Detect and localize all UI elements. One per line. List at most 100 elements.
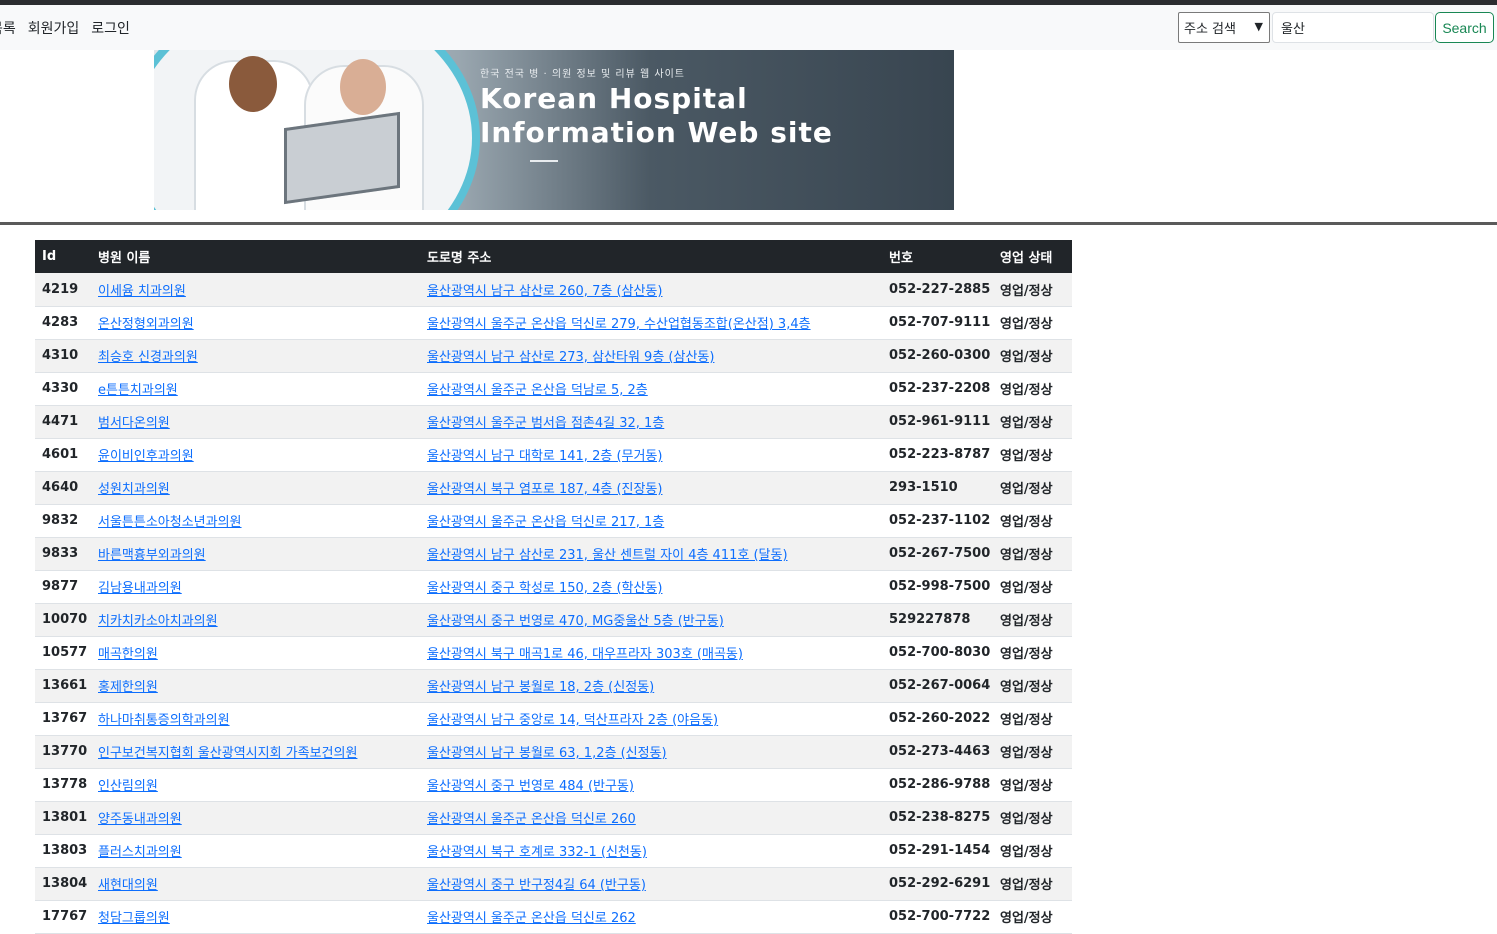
table-row: 13804 새현대의원 울산광역시 중구 반구정4길 64 (반구동) 052-292… (35, 867, 1072, 901)
table-row: 4219 이세윰 치과의원 울산광역시 남구 삼산로 260, 7층 (삼산동) 05… (35, 273, 1072, 307)
hospital-address-link[interactable]: 울산광역시 울주군 온산읍 덕남로 5, 2층 (427, 383, 648, 398)
hospital-address-link[interactable]: 울산광역시 울주군 온산읍 덕신로 260 (427, 812, 636, 827)
hospital-status-cell: 영업/정상 (993, 834, 1072, 868)
hospital-id-cell: 13778 (35, 768, 91, 802)
hospital-name-link[interactable]: 최승호 신경과의원 (98, 350, 198, 365)
hospital-id-cell: 10070 (35, 603, 91, 637)
hospital-name-link[interactable]: 인산림의원 (98, 779, 158, 794)
hospital-name-cell: 인산림의원 (91, 768, 420, 802)
hospital-phone-cell: 052-961-9111 (882, 405, 993, 439)
hospital-phone-cell: 052-286-9788 (882, 768, 993, 802)
hospital-address-link[interactable]: 울산광역시 중구 반구정4길 64 (반구동) (427, 878, 646, 893)
hospital-name-link[interactable]: 인구보건복지협회 울산광역시지회 가족보건의원 (98, 746, 357, 761)
banner-subtitle: 한국 전국 병 · 의원 정보 및 리뷰 웹 사이트 (480, 69, 685, 80)
hospital-status-cell: 영업/정상 (993, 372, 1072, 406)
hospital-phone-cell: 052-223-8787 (882, 438, 993, 472)
column-header-name: 병원 이름 (91, 240, 420, 273)
hospital-address-link[interactable]: 울산광역시 중구 번영로 484 (반구동) (427, 779, 634, 794)
hospital-address-link[interactable]: 울산광역시 울주군 범서읍 점촌4길 32, 1층 (427, 416, 664, 431)
hospital-name-link[interactable]: e튼튼치과의원 (98, 383, 178, 398)
hospital-name-link[interactable]: 이세윰 치과의원 (98, 284, 186, 299)
hospital-address-link[interactable]: 울산광역시 남구 봉월로 63, 1,2층 (신정동) (427, 746, 667, 761)
hospital-address-link[interactable]: 울산광역시 남구 중앙로 14, 덕산프라자 2층 (야음동) (427, 713, 718, 728)
hospital-name-link[interactable]: 매곡한의원 (98, 647, 158, 662)
hospital-name-link[interactable]: 하나마취통증의학과의원 (98, 713, 230, 728)
hospital-address-link[interactable]: 울산광역시 남구 대학로 141, 2층 (무거동) (427, 449, 662, 464)
hospital-name-link[interactable]: 온산정형외과의원 (98, 317, 194, 332)
hospital-name-link[interactable]: 새현대의원 (98, 878, 158, 893)
hospital-name-cell: 플러스치과의원 (91, 834, 420, 868)
hospital-name-cell: 청담그룹의원 (91, 900, 420, 934)
search-input-value: 울산 (1281, 22, 1305, 37)
hospital-id-cell: 4310 (35, 339, 91, 373)
table-row: 4310 최승호 신경과의원 울산광역시 남구 삼산로 273, 삼산타워 9층 (… (35, 339, 1072, 373)
hospital-name-link[interactable]: 치카치카소아치과의원 (98, 614, 218, 629)
hospital-id-cell: 4471 (35, 405, 91, 439)
hospital-address-link[interactable]: 울산광역시 남구 삼산로 273, 삼산타워 9층 (삼산동) (427, 350, 714, 365)
hospital-name-cell: 이세윰 치과의원 (91, 273, 420, 307)
hospital-address-link[interactable]: 울산광역시 울주군 온산읍 덕신로 262 (427, 911, 636, 926)
hospital-phone-cell: 052-707-9111 (882, 306, 993, 340)
banner-title-line2: Information Web site (480, 116, 833, 149)
hospital-name-link[interactable]: 청담그룹의원 (98, 911, 170, 926)
nav-link-login[interactable]: 로그인 (91, 18, 130, 38)
hospital-status-cell: 영업/정상 (993, 768, 1072, 802)
hospital-phone-cell: 052-227-2885 (882, 273, 993, 307)
hospital-address-cell: 울산광역시 남구 삼산로 231, 울산 센트럴 자이 4층 411호 (달동) (420, 537, 882, 571)
hospital-name-link[interactable]: 바른맥흉부외과의원 (98, 548, 206, 563)
search-input[interactable]: 울산 (1272, 12, 1434, 43)
hospital-address-link[interactable]: 울산광역시 북구 염포로 187, 4층 (진장동) (427, 482, 662, 497)
hospital-address-link[interactable]: 울산광역시 남구 삼산로 260, 7층 (삼산동) (427, 284, 662, 299)
nav-link-signup[interactable]: 회원가입 (28, 18, 80, 38)
hospital-address-link[interactable]: 울산광역시 남구 삼산로 231, 울산 센트럴 자이 4층 411호 (달동) (427, 548, 788, 563)
table-row: 13803 플러스치과의원 울산광역시 북구 호계로 332-1 (신천동) 052-… (35, 834, 1072, 868)
hospital-address-cell: 울산광역시 울주군 온산읍 덕신로 279, 수산업협동조합(온산점) 3,4층 (420, 306, 882, 340)
hospital-status-cell: 영업/정상 (993, 603, 1072, 637)
nav-link-list[interactable]: 목록 (0, 18, 16, 38)
hospital-address-link[interactable]: 울산광역시 울주군 온산읍 덕신로 217, 1층 (427, 515, 664, 530)
hospital-name-link[interactable]: 성원치과의원 (98, 482, 170, 497)
hospital-address-link[interactable]: 울산광역시 중구 학성로 150, 2층 (학산동) (427, 581, 662, 596)
table-row: 13767 하나마취통증의학과의원 울산광역시 남구 중앙로 14, 덕산프라자 2… (35, 702, 1072, 736)
table-row: 13778 인산림의원 울산광역시 중구 번영로 484 (반구동) 052-286-… (35, 768, 1072, 802)
hospital-address-cell: 울산광역시 북구 매곡1로 46, 대우프라자 303호 (매곡동) (420, 636, 882, 670)
hospital-id-cell: 13804 (35, 867, 91, 901)
table-row: 10577 매곡한의원 울산광역시 북구 매곡1로 46, 대우프라자 303호 (… (35, 636, 1072, 670)
hospital-phone-cell: 052-237-2208 (882, 372, 993, 406)
hospital-address-cell: 울산광역시 남구 대학로 141, 2층 (무거동) (420, 438, 882, 472)
hospital-address-cell: 울산광역시 남구 봉월로 18, 2층 (신정동) (420, 669, 882, 703)
hospital-address-link[interactable]: 울산광역시 북구 매곡1로 46, 대우프라자 303호 (매곡동) (427, 647, 743, 662)
hospital-address-cell: 울산광역시 중구 번영로 484 (반구동) (420, 768, 882, 802)
hospital-status-cell: 영업/정상 (993, 438, 1072, 472)
hospital-address-cell: 울산광역시 울주군 온산읍 덕신로 260 (420, 801, 882, 835)
hospital-address-link[interactable]: 울산광역시 중구 번영로 470, MG중울산 5층 (반구동) (427, 614, 724, 629)
hospital-name-link[interactable]: 홍제한의원 (98, 680, 158, 695)
hospital-phone-cell: 052-267-7500 (882, 537, 993, 571)
hospital-address-link[interactable]: 울산광역시 북구 호계로 332-1 (신천동) (427, 845, 647, 860)
hospital-status-cell: 영업/정상 (993, 801, 1072, 835)
hospital-name-cell: 바른맥흉부외과의원 (91, 537, 420, 571)
hospital-address-link[interactable]: 울산광역시 울주군 온산읍 덕신로 279, 수산업협동조합(온산점) 3,4층 (427, 317, 811, 332)
hospital-name-link[interactable]: 김남용내과의원 (98, 581, 182, 596)
hospital-phone-cell: 052-238-8275 (882, 801, 993, 835)
section-divider (0, 222, 1497, 225)
search-type-value: 주소 검색 (1184, 22, 1236, 37)
table-row: 9833 바른맥흉부외과의원 울산광역시 남구 삼산로 231, 울산 센트럴 자이… (35, 537, 1072, 571)
hospital-name-link[interactable]: 플러스치과의원 (98, 845, 182, 860)
hospital-status-cell: 영업/정상 (993, 471, 1072, 505)
hospital-name-link[interactable]: 양주동내과의원 (98, 812, 182, 827)
search-button[interactable]: Search (1435, 12, 1494, 43)
table-row: 9832 서울튼튼소아청소년과의원 울산광역시 울주군 온산읍 덕신로 217, 1… (35, 504, 1072, 538)
hospital-status-cell: 영업/정상 (993, 537, 1072, 571)
hospital-name-cell: e튼튼치과의원 (91, 372, 420, 406)
search-type-select[interactable]: 주소 검색 ▼ (1178, 12, 1270, 43)
hospital-name-link[interactable]: 윤이비인후과의원 (98, 449, 194, 464)
hospital-name-cell: 서울튼튼소아청소년과의원 (91, 504, 420, 538)
hospital-address-cell: 울산광역시 울주군 범서읍 점촌4길 32, 1층 (420, 405, 882, 439)
table-row: 13770 인구보건복지협회 울산광역시지회 가족보건의원 울산광역시 남구 봉월로… (35, 735, 1072, 769)
hospital-name-link[interactable]: 서울튼튼소아청소년과의원 (98, 515, 242, 530)
hospital-name-link[interactable]: 범서다온의원 (98, 416, 170, 431)
hospital-address-link[interactable]: 울산광역시 남구 봉월로 18, 2층 (신정동) (427, 680, 654, 695)
hospital-phone-cell: 052-260-0300 (882, 339, 993, 373)
hospital-phone-cell: 293-1510 (882, 471, 993, 505)
